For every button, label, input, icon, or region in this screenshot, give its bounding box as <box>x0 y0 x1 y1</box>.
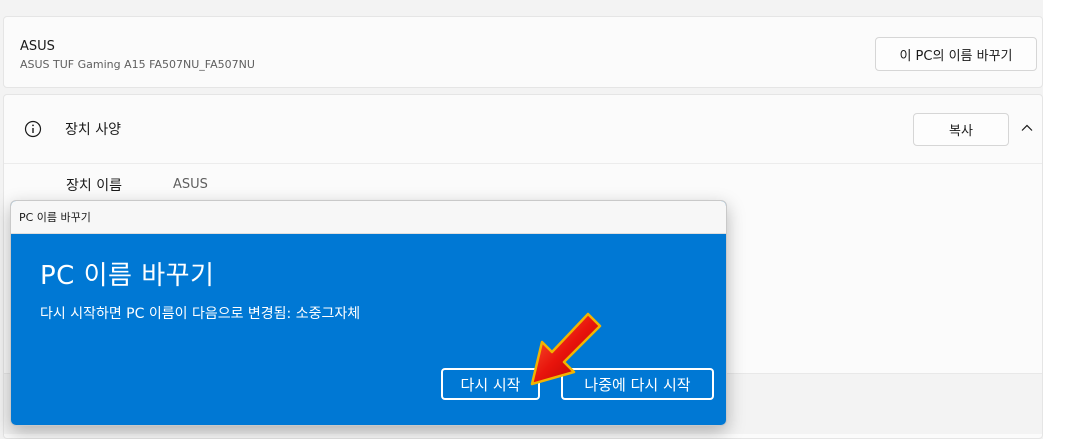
top-strip <box>0 0 1040 16</box>
dialog-heading: PC 이름 바꾸기 <box>40 261 215 291</box>
red-arrow-icon <box>530 312 602 386</box>
window-edge <box>1043 0 1069 439</box>
dialog-titlebar-text: PC 이름 바꾸기 <box>19 211 91 224</box>
copy-button[interactable]: 복사 <box>913 113 1009 146</box>
dialog-message: 다시 시작하면 PC 이름이 다음으로 변경됨: 소중그자체 <box>40 306 361 322</box>
rename-pc-button[interactable]: 이 PC의 이름 바꾸기 <box>875 37 1037 71</box>
spec-label-device-name: 장치 이름 <box>66 178 122 194</box>
info-icon <box>24 120 42 138</box>
chevron-up-icon[interactable] <box>1020 121 1034 135</box>
device-name: ASUS <box>20 39 55 54</box>
dialog-titlebar[interactable]: PC 이름 바꾸기 <box>11 201 726 234</box>
rename-pc-dialog: PC 이름 바꾸기 PC 이름 바꾸기 다시 시작하면 PC 이름이 다음으로 … <box>10 200 727 426</box>
specs-title: 장치 사양 <box>65 122 121 138</box>
spec-value-device-name: ASUS <box>173 177 208 192</box>
specs-header[interactable]: 장치 사양 복사 <box>4 95 1042 164</box>
device-card: ASUS ASUS TUF Gaming A15 FA507NU_FA507NU… <box>3 16 1043 88</box>
settings-page: ASUS ASUS TUF Gaming A15 FA507NU_FA507NU… <box>0 0 1069 439</box>
device-model: ASUS TUF Gaming A15 FA507NU_FA507NU <box>20 58 255 71</box>
